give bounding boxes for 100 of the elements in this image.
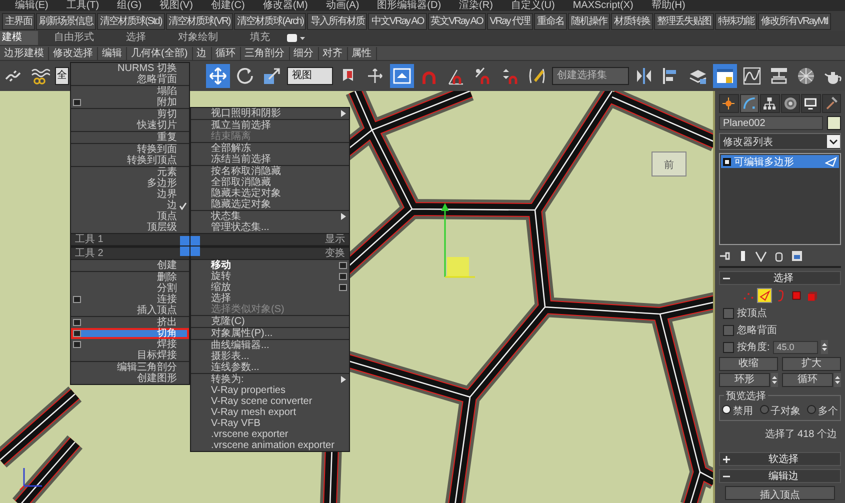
- command-panel-tab[interactable]: [760, 94, 780, 113]
- menu-item[interactable]: .vrscene animation exporter: [191, 440, 349, 451]
- command-panel-tab[interactable]: [822, 94, 841, 113]
- command-panel-tab[interactable]: [801, 94, 820, 113]
- transform-gizmo[interactable]: [441, 203, 475, 278]
- rollout-button[interactable]: 循环: [782, 373, 833, 387]
- viewcube[interactable]: [652, 152, 686, 176]
- menu-item[interactable]: 按名称取消隐藏: [191, 166, 349, 177]
- menu-item[interactable]: 隐藏选定对象: [191, 199, 349, 210]
- plus-box-icon[interactable]: [723, 158, 731, 166]
- option-box-icon[interactable]: [339, 262, 347, 269]
- option-box-icon[interactable]: [73, 330, 81, 337]
- spinner-arrows-icon[interactable]: [771, 373, 778, 387]
- menu-item[interactable]: V-Ray VFB: [191, 418, 349, 429]
- menu-item[interactable]: .vrscene exporter: [191, 429, 349, 440]
- ribbon-tab[interactable]: 选择: [110, 31, 162, 45]
- menu-item[interactable]: 顶层级: [71, 222, 189, 233]
- ribbon-tab[interactable]: 对象绘制: [162, 31, 234, 45]
- command-panel-tab[interactable]: [780, 94, 800, 113]
- modifier-list-dropdown[interactable]: 修改器列表: [719, 133, 841, 150]
- radio-button[interactable]: [760, 405, 768, 414]
- object-name-field[interactable]: Plane002: [719, 116, 823, 130]
- menu-item[interactable]: 帮助(H): [642, 0, 694, 11]
- menu-item[interactable]: 分割: [71, 283, 189, 294]
- spinner-arrows-icon[interactable]: [820, 340, 828, 354]
- menu-item[interactable]: 冻结当前选择: [191, 154, 349, 165]
- stack-item[interactable]: 可编辑多边形: [721, 155, 839, 168]
- rollout-button[interactable]: 插入顶点: [725, 486, 835, 500]
- checkbox[interactable]: [723, 342, 734, 352]
- option-box-icon[interactable]: [73, 99, 81, 106]
- window-icon[interactable]: [713, 64, 737, 88]
- ribbon-tab[interactable]: 填充: [234, 31, 286, 45]
- dropdown[interactable]: 全: [55, 67, 69, 85]
- menu-item[interactable]: 附加: [71, 97, 189, 108]
- menu-item[interactable]: 隐藏未选定对象: [191, 188, 349, 199]
- command-panel-tab[interactable]: [740, 94, 759, 113]
- menu-item[interactable]: 图形编辑器(D): [368, 0, 450, 11]
- toolbar-button[interactable]: 中文VRay AO: [368, 12, 427, 30]
- menu-item[interactable]: 工具(T): [57, 0, 108, 11]
- menu-item[interactable]: 旋转: [191, 271, 349, 282]
- toolbar-button[interactable]: 清空材质球(Arch): [234, 12, 306, 30]
- menu-item[interactable]: NURMS 切换: [71, 63, 189, 74]
- command-panel-tab[interactable]: [719, 94, 738, 113]
- toolbar-button[interactable]: 刷新场景信息: [36, 12, 96, 30]
- rollout-header[interactable]: 软选择: [719, 452, 841, 466]
- option-box-icon[interactable]: [73, 296, 81, 303]
- radio-button[interactable]: [722, 405, 731, 414]
- menu-item[interactable]: 摄影表...: [191, 351, 349, 362]
- menu-item[interactable]: V-Ray scene converter: [191, 396, 349, 407]
- checkbox[interactable]: [723, 324, 734, 336]
- menu-item[interactable]: 全部解冻: [191, 143, 349, 154]
- menu-item[interactable]: 多边形: [71, 178, 189, 189]
- menu-item[interactable]: 焊接: [71, 339, 189, 350]
- fork-icon[interactable]: [755, 250, 767, 262]
- toolbar-button[interactable]: 清空材质球(VR): [166, 12, 234, 30]
- menu-item[interactable]: 剪切: [71, 109, 189, 120]
- menu-item[interactable]: 曲线编辑器...: [191, 340, 349, 351]
- spinner-arrows-icon[interactable]: [834, 373, 841, 387]
- menu-item[interactable]: 视图(V): [150, 0, 202, 11]
- menu-item[interactable]: 创建图形: [71, 373, 189, 384]
- toolbar-button[interactable]: 修改所有VRayMtl: [758, 12, 831, 30]
- toolbar-button[interactable]: 随机操作: [568, 12, 610, 30]
- menu-item[interactable]: 删除: [71, 272, 189, 283]
- toolbar-button[interactable]: 清空材质球(Std): [97, 12, 165, 30]
- menu-item[interactable]: 边界: [71, 189, 189, 200]
- angle-field[interactable]: 45.0: [772, 340, 818, 354]
- menu-item[interactable]: 塌陷: [71, 86, 189, 97]
- menu-item[interactable]: 转换到顶点: [71, 155, 189, 166]
- menu-item[interactable]: 切角: [71, 328, 189, 339]
- menu-item[interactable]: 管理状态集...: [191, 222, 349, 233]
- menu-item[interactable]: 对象属性(P)...: [191, 328, 349, 339]
- menu-item[interactable]: 创建(C): [202, 0, 254, 11]
- menu-item[interactable]: 连线参数...: [191, 362, 349, 373]
- menu-item[interactable]: 选择: [191, 293, 349, 304]
- menu-item[interactable]: 元素: [71, 167, 189, 178]
- menu-item[interactable]: 状态集: [191, 211, 349, 222]
- move-icon[interactable]: [206, 64, 230, 88]
- menu-item[interactable]: V-Ray mesh export: [191, 407, 349, 418]
- radio-button[interactable]: [807, 405, 816, 414]
- menu-item[interactable]: 转换为:: [191, 374, 349, 385]
- menu-item[interactable]: 编辑(E): [6, 0, 58, 11]
- menu-item[interactable]: 连接: [71, 294, 189, 305]
- menu-item[interactable]: 边: [71, 200, 189, 211]
- ribbon-tab[interactable]: 自由形式: [38, 31, 110, 45]
- toolbar-button[interactable]: VRay 代理: [486, 12, 533, 30]
- dropdown[interactable]: 视图: [287, 67, 333, 85]
- menu-item[interactable]: 创建: [71, 260, 189, 271]
- menu-item[interactable]: 移动: [191, 260, 349, 271]
- configure-icon[interactable]: [791, 250, 803, 262]
- menu-item[interactable]: 动画(A): [316, 0, 368, 11]
- menu-item[interactable]: 组(G): [108, 0, 151, 11]
- option-box-icon[interactable]: [73, 319, 81, 326]
- toolbar-button[interactable]: 导入所有材质: [307, 12, 368, 30]
- option-box-icon[interactable]: [73, 341, 81, 348]
- toolbar-button[interactable]: 主界面: [2, 12, 35, 30]
- menu-item[interactable]: MAXScript(X): [564, 0, 642, 11]
- triangle-icon[interactable]: [756, 288, 772, 303]
- option-box-icon[interactable]: [339, 273, 347, 280]
- rollout-header[interactable]: 编辑边: [719, 469, 841, 483]
- menu-item[interactable]: 缩放: [191, 282, 349, 293]
